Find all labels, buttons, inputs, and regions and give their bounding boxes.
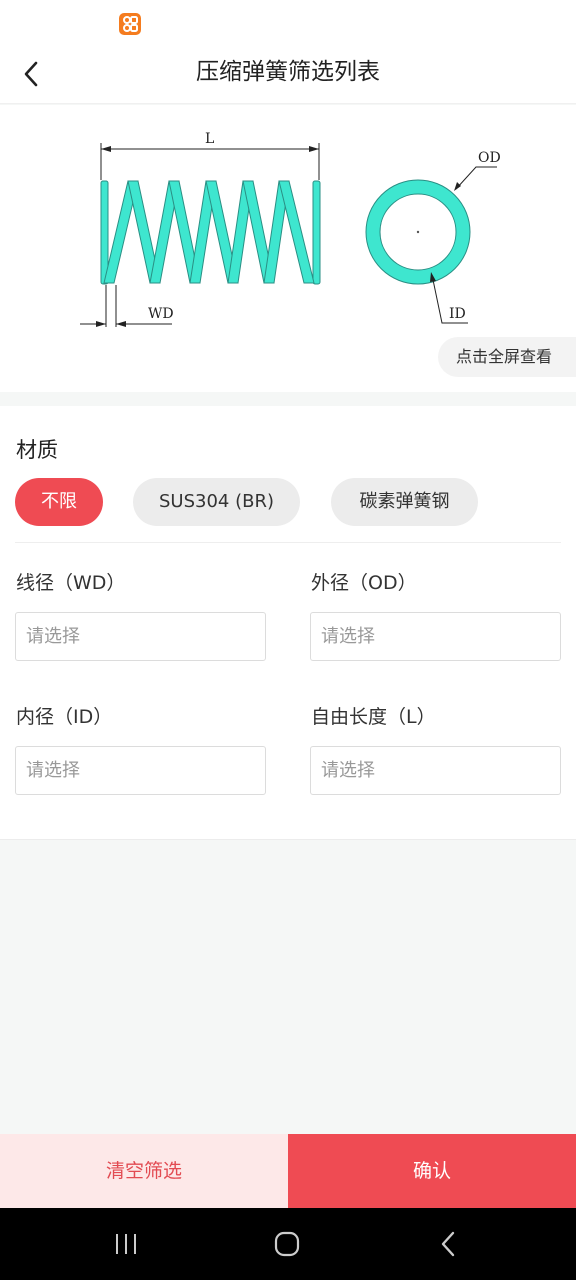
outer-diameter-label: OD: [478, 150, 501, 166]
inner-diameter-label: ID: [449, 306, 466, 322]
free-length-field-label: 自由长度（L）: [311, 706, 436, 728]
fullscreen-view-button[interactable]: 点击全屏查看: [438, 337, 576, 377]
recents-button[interactable]: [106, 1226, 146, 1262]
home-icon: [274, 1231, 300, 1257]
bottom-action-bar: 清空筛选 确认: [0, 1134, 576, 1208]
inner-diameter-field-label: 内径（ID）: [16, 706, 113, 728]
wire-diameter-label: WD: [148, 306, 174, 322]
outer-diameter-field-label: 外径（OD）: [311, 572, 417, 594]
material-option-sus304[interactable]: SUS304 (BR): [133, 478, 300, 526]
material-section-title: 材质: [16, 438, 58, 462]
outer-diameter-select[interactable]: [310, 612, 561, 661]
inner-diameter-select[interactable]: [15, 746, 266, 795]
system-back-button[interactable]: [428, 1226, 468, 1262]
clear-filter-button[interactable]: 清空筛选: [0, 1134, 288, 1208]
filter-panel: 材质 不限 SUS304 (BR) 碳素弹簧钢 线径（WD） 外径（OD） 内径…: [0, 406, 576, 840]
system-navigation-bar: [0, 1208, 576, 1280]
spring-diagram: L WD OD ID 点击全屏查看: [0, 105, 576, 392]
length-label: L: [205, 131, 214, 147]
home-button[interactable]: [267, 1226, 307, 1262]
recents-icon: [116, 1234, 136, 1254]
material-option-unlimited[interactable]: 不限: [15, 478, 103, 526]
page-title: 压缩弹簧筛选列表: [196, 59, 380, 85]
header: 压缩弹簧筛选列表: [0, 44, 576, 104]
app-notification-icon: [119, 13, 141, 35]
divider: [15, 542, 561, 543]
material-option-carbon-spring-steel[interactable]: 碳素弹簧钢: [331, 478, 478, 526]
wire-diameter-field-label: 线径（WD）: [16, 572, 126, 594]
free-length-select[interactable]: [310, 746, 561, 795]
status-bar: [0, 0, 576, 44]
back-icon: [441, 1231, 455, 1257]
wire-diameter-select[interactable]: [15, 612, 266, 661]
confirm-button[interactable]: 确认: [288, 1134, 576, 1208]
